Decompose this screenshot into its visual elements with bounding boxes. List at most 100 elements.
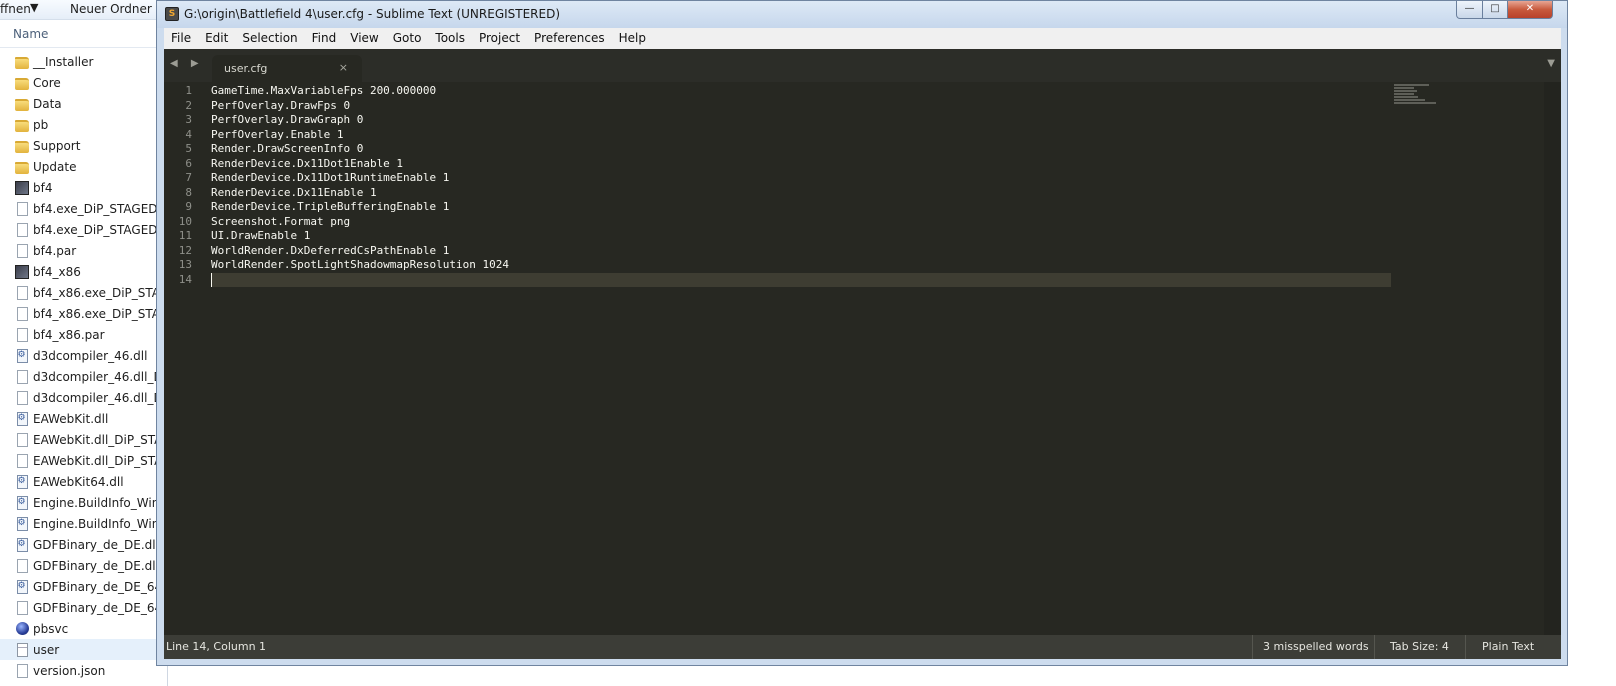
tab-user-cfg[interactable]: user.cfg × — [212, 55, 362, 82]
file-name: bf4_x86 — [33, 264, 81, 279]
menu-help[interactable]: Help — [612, 28, 653, 49]
menu-selection[interactable]: Selection — [235, 28, 304, 49]
cursor-position: Line 14, Column 1 — [166, 640, 267, 653]
chevron-down-icon[interactable]: ▼ — [30, 1, 38, 14]
close-button[interactable]: ✕ — [1507, 1, 1553, 19]
code-line[interactable]: UI.DrawEnable 1 — [211, 229, 1391, 244]
line-number: 5 — [185, 142, 192, 155]
menu-bar: File Edit Selection Find View Goto Tools… — [164, 28, 1561, 49]
tab-menu-chevron-icon[interactable]: ▼ — [1547, 58, 1555, 69]
title-bar[interactable]: S G:\origin\Battlefield 4\user.cfg - Sub… — [157, 1, 1567, 28]
app-icon — [15, 264, 29, 279]
folder-icon — [15, 54, 29, 69]
code-line[interactable]: Screenshot.Format png — [211, 215, 1391, 230]
menu-tools[interactable]: Tools — [428, 28, 472, 49]
tab-nav-arrows-icon[interactable]: ◀ ▶ — [170, 58, 204, 69]
file-list-item[interactable]: ⚙ GDFBinary_de_DE_64.dll — [0, 576, 167, 597]
new-folder-button[interactable]: Neuer Ordner — [70, 2, 152, 16]
code-line[interactable]: PerfOverlay.Enable 1 — [211, 128, 1391, 143]
menu-goto[interactable]: Goto — [386, 28, 429, 49]
menu-edit[interactable]: Edit — [198, 28, 235, 49]
folder-icon — [15, 75, 29, 90]
editor-area: ◀ ▶ user.cfg × ▼ 1 2 3 4 5 6 7 8 9 10 11 12 13 14 Gam… — [164, 49, 1561, 659]
code-line[interactable]: RenderDevice.Dx11Dot1RuntimeEnable 1 — [211, 171, 1391, 186]
code-line[interactable]: RenderDevice.TripleBufferingEnable 1 — [211, 200, 1391, 215]
line-number: 7 — [185, 171, 192, 184]
file-name: Engine.BuildInfo_Win32 — [33, 495, 168, 510]
app-icon — [15, 180, 29, 195]
menu-project[interactable]: Project — [472, 28, 527, 49]
file-list-item[interactable]: bf4_x86.exe_DiP_STAGED — [0, 303, 167, 324]
file-name: Engine.BuildInfo_Win64 — [33, 516, 168, 531]
code-line[interactable]: RenderDevice.Dx11Enable 1 — [211, 186, 1391, 201]
tab-size-selector[interactable]: Tab Size: 4 — [1390, 640, 1449, 653]
file-list-item[interactable]: bf4 — [0, 177, 167, 198]
line-number: 3 — [185, 113, 192, 126]
file-list-item[interactable]: Update — [0, 156, 167, 177]
file-list-item[interactable]: EAWebKit.dll_DiP_STAG — [0, 450, 167, 471]
file-list-item[interactable]: pb — [0, 114, 167, 135]
file-list-item[interactable]: EAWebKit.dll_DiP_STAG — [0, 429, 167, 450]
menu-preferences[interactable]: Preferences — [527, 28, 612, 49]
file-list-item[interactable]: d3dcompiler_46.dll_DiP_ — [0, 366, 167, 387]
misspelled-words-indicator[interactable]: 3 misspelled words — [1263, 640, 1369, 653]
file-name: bf4.exe_DiP_STAGED — [33, 201, 158, 216]
code-line[interactable] — [211, 272, 1391, 287]
file-list-item[interactable]: ⚙ EAWebKit.dll — [0, 408, 167, 429]
document-icon — [15, 201, 29, 216]
file-list-item[interactable]: Support — [0, 135, 167, 156]
file-name: pbsvc — [33, 621, 69, 636]
vertical-scrollbar[interactable] — [1544, 82, 1561, 635]
maximize-button[interactable]: □ — [1482, 1, 1508, 19]
file-list-item[interactable]: Core — [0, 72, 167, 93]
syntax-selector[interactable]: Plain Text — [1482, 640, 1534, 653]
file-list-item[interactable]: d3dcompiler_46.dll_DiP_ — [0, 387, 167, 408]
document-icon — [15, 369, 29, 384]
folder-icon — [15, 138, 29, 153]
explorer-toolbar: ffnen ▼ Neuer Ordner — [0, 0, 167, 20]
line-number: 12 — [178, 243, 192, 257]
file-list-item[interactable]: Data — [0, 93, 167, 114]
open-button[interactable]: ffnen — [0, 2, 31, 16]
desktop-background — [1569, 0, 1616, 686]
file-list-item[interactable]: bf4_x86 — [0, 261, 167, 282]
code-line[interactable]: PerfOverlay.DrawGraph 0 — [211, 113, 1391, 128]
column-header-name[interactable]: Name — [0, 20, 167, 48]
file-name: Update — [33, 159, 77, 174]
file-list-item[interactable]: GDFBinary_de_DE_64.dll — [0, 597, 167, 618]
file-list-item[interactable]: bf4.exe_DiP_STAGED_str — [0, 219, 167, 240]
menu-view[interactable]: View — [343, 28, 385, 49]
folder-icon — [15, 117, 29, 132]
minimize-button[interactable]: — — [1456, 1, 1483, 19]
file-list-item[interactable]: ⚙ EAWebKit64.dll — [0, 471, 167, 492]
menu-find[interactable]: Find — [305, 28, 344, 49]
file-list-item[interactable]: version.json — [0, 660, 167, 681]
file-list-item[interactable]: __Installer — [0, 51, 167, 72]
code-line[interactable]: PerfOverlay.DrawFps 0 — [211, 99, 1391, 114]
tab-label: user.cfg — [224, 62, 268, 75]
code-line[interactable]: GameTime.MaxVariableFps 200.000000 — [211, 84, 1391, 99]
minimap[interactable] — [1394, 84, 1444, 108]
file-list-item[interactable]: GDFBinary_de_DE.dll_Di — [0, 555, 167, 576]
document-icon — [15, 432, 29, 447]
code-line[interactable]: Render.DrawScreenInfo 0 — [211, 142, 1391, 157]
file-list-item[interactable]: user — [0, 639, 167, 660]
file-list-item[interactable]: ⚙ d3dcompiler_46.dll — [0, 345, 167, 366]
file-list-item[interactable]: ⚙ Engine.BuildInfo_Win32 — [0, 492, 167, 513]
file-list-item[interactable]: bf4.par — [0, 240, 167, 261]
menu-file[interactable]: File — [164, 28, 198, 49]
dll-icon: ⚙ — [15, 579, 29, 594]
file-name: bf4_x86.par — [33, 327, 105, 342]
code-line[interactable]: RenderDevice.Dx11Dot1Enable 1 — [211, 157, 1391, 172]
code-line[interactable]: WorldRender.DxDeferredCsPathEnable 1 — [211, 244, 1391, 259]
file-list-item[interactable]: ⚙ GDFBinary_de_DE.dll — [0, 534, 167, 555]
file-list-item[interactable]: bf4_x86.par — [0, 324, 167, 345]
file-list-item[interactable]: ⚙ Engine.BuildInfo_Win64 — [0, 513, 167, 534]
text-editor[interactable]: 1 2 3 4 5 6 7 8 9 10 11 12 13 14 GameTime.MaxVariable… — [164, 82, 1544, 635]
code-line[interactable]: WorldRender.SpotLightShadowmapResolution… — [211, 258, 1391, 273]
file-list-item[interactable]: pbsvc — [0, 618, 167, 639]
file-list-item[interactable]: bf4.exe_DiP_STAGED — [0, 198, 167, 219]
tab-close-icon[interactable]: × — [339, 61, 348, 74]
file-list-item[interactable]: bf4_x86.exe_DiP_STAGED — [0, 282, 167, 303]
code-lines[interactable]: GameTime.MaxVariableFps 200.000000 PerfOv… — [211, 82, 1391, 287]
